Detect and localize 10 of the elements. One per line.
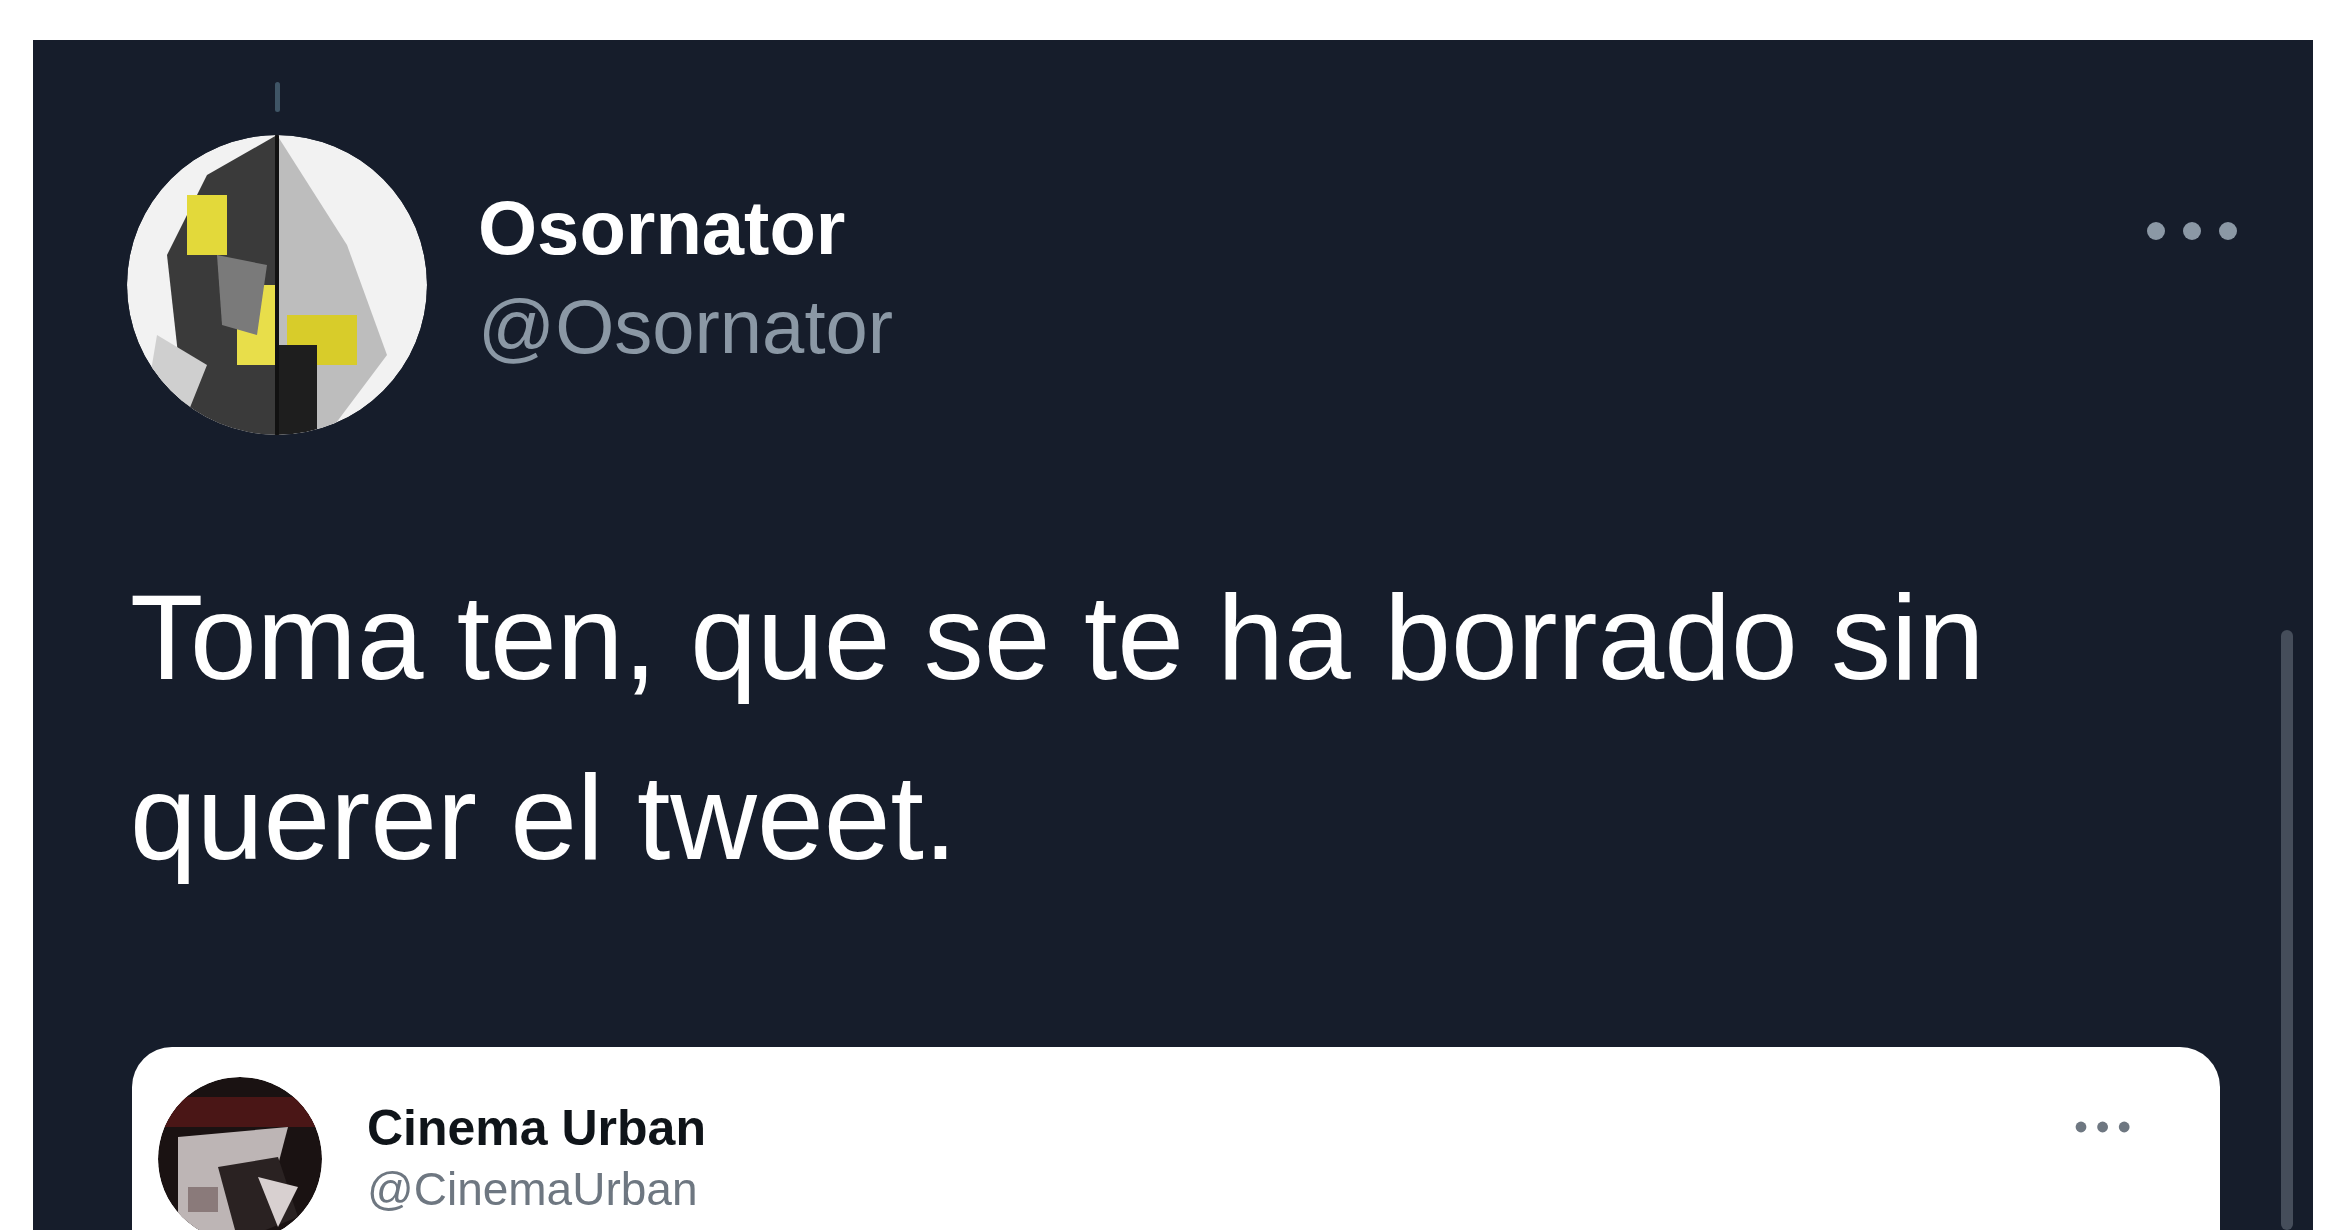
quoted-author-name[interactable]: Cinema Urban (367, 1097, 706, 1159)
quoted-author-handle[interactable]: @CinemaUrban (367, 1159, 706, 1219)
more-icon[interactable] (2146, 221, 2238, 241)
scrollbar[interactable] (2281, 630, 2293, 1230)
author-handle[interactable]: @Osornator (478, 277, 894, 377)
more-icon[interactable] (2074, 1121, 2130, 1133)
quoted-tweet-card[interactable]: Cinema Urban @CinemaUrban (132, 1047, 2220, 1230)
author-name[interactable]: Osornator (478, 183, 894, 273)
tick-mark (275, 82, 280, 112)
tweet-text: Toma ten, que se te ha borrado sin querer el tweet. (130, 569, 1986, 886)
